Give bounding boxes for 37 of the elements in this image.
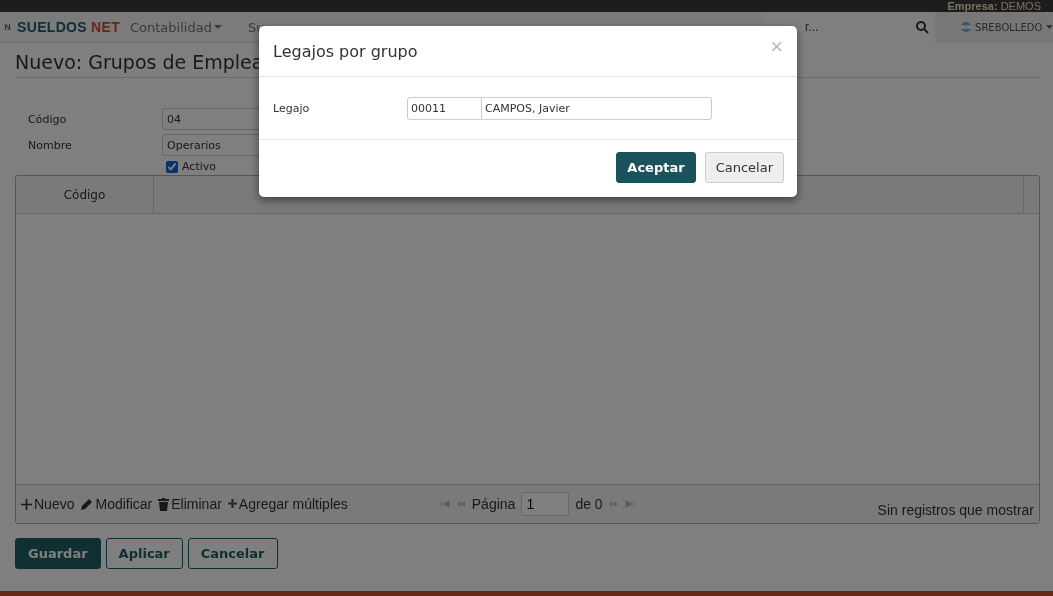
nav-menu-item[interactable]: Contabilidad [128, 19, 230, 35]
records-status: Sin registros que mostrar [877, 502, 1034, 520]
search-icon [916, 20, 929, 34]
last-page-icon[interactable] [624, 500, 635, 508]
field-label: Código [28, 112, 68, 126]
page-count: de 0 [575, 496, 603, 512]
brand-name: SUELDOS NET [17, 19, 120, 35]
plus-icon [21, 498, 32, 510]
form-button[interactable]: Cancelar [187, 538, 278, 569]
field-label: Legajo [273, 101, 311, 115]
active-checkbox[interactable] [166, 160, 178, 173]
name-field[interactable]: CAMPOS, Javier [482, 96, 712, 120]
toolbar-button[interactable]: Eliminar [158, 496, 222, 512]
trash-icon [158, 497, 170, 511]
field-label: Nombre [28, 138, 73, 152]
form-button[interactable]: Aplicar [105, 538, 183, 569]
column-header[interactable]: Código [16, 176, 154, 213]
plus-icon [227, 499, 237, 508]
page-field[interactable]: 1 [521, 492, 570, 516]
first-page-icon[interactable] [439, 500, 450, 508]
modal-button[interactable]: Aceptar [616, 151, 696, 183]
company-label: Empresa: DEMOS [947, 0, 1041, 12]
toolbar-button[interactable]: Agregar múltiples [227, 496, 348, 512]
toolbar-button[interactable]: Nuevo [21, 496, 75, 512]
form-button[interactable]: Guardar [15, 538, 101, 569]
modal-button[interactable]: Cancelar [704, 151, 784, 183]
checkbox-label: Activo [182, 160, 216, 173]
flag-icon [961, 21, 972, 33]
caret-icon [1046, 25, 1053, 29]
caret-icon [213, 25, 222, 29]
page-label: Página [471, 496, 516, 512]
next-page-icon[interactable] [608, 500, 619, 508]
previous-page-icon[interactable] [455, 500, 466, 508]
toolbar-button[interactable]: Modificar [80, 496, 153, 512]
pencil-icon [80, 497, 94, 511]
user-menu[interactable]: SREBOLLEDO [935, 11, 1053, 43]
code-field[interactable]: 00011 [407, 96, 482, 120]
